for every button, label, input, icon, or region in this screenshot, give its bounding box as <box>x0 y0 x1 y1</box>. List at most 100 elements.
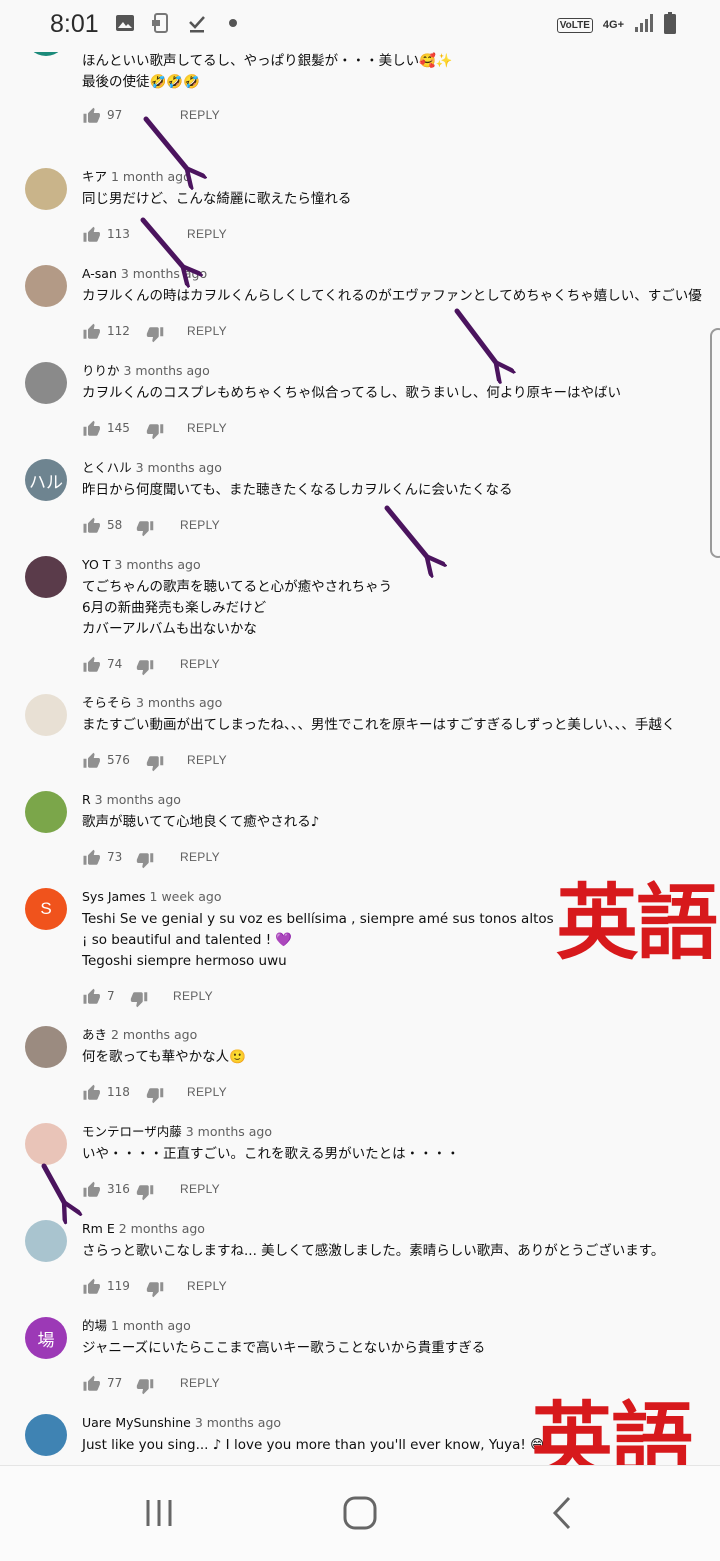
comment-time: 3 months ago <box>136 695 223 710</box>
comment-text-line: 何を歌っても華やかな人🙂 <box>82 1049 246 1065</box>
dislike-icon[interactable] <box>146 1280 164 1298</box>
comment-time: 2 months ago <box>111 1027 198 1042</box>
dislike-icon[interactable] <box>136 851 154 869</box>
like-icon[interactable] <box>82 656 100 674</box>
reply-button[interactable]: REPLY <box>173 989 213 1003</box>
avatar[interactable] <box>25 1414 67 1456</box>
comment-text-line: いや・・・・正直すごい。これを歌える男がいたとは・・・・ <box>82 1146 460 1162</box>
back-icon[interactable] <box>545 1494 585 1534</box>
comment-author[interactable]: R <box>82 792 91 807</box>
comment-text-line: 6月の新曲発売も楽しみだけど <box>82 600 267 616</box>
comment-author[interactable]: A-san <box>82 266 117 281</box>
avatar[interactable] <box>25 694 67 736</box>
comment-text: 歌声が聴いてて心地良くて癒やされる♪ <box>82 812 720 833</box>
dislike-icon[interactable] <box>146 1086 164 1104</box>
like-count: 118 <box>107 1085 130 1099</box>
like-icon[interactable] <box>82 1375 100 1393</box>
recent-apps-icon[interactable] <box>140 1494 180 1534</box>
comment-actions: 118 REPLY <box>82 1082 720 1106</box>
avatar[interactable]: S <box>25 888 67 930</box>
dislike-icon[interactable] <box>146 754 164 772</box>
comment-author[interactable]: とくハル <box>82 460 132 475</box>
avatar[interactable] <box>25 1220 67 1262</box>
avatar[interactable] <box>25 1026 67 1068</box>
like-icon[interactable] <box>82 226 100 244</box>
like-count: 73 <box>107 850 123 864</box>
dislike-icon[interactable] <box>136 1183 154 1201</box>
comment-author[interactable]: そらそら <box>82 695 132 710</box>
home-icon[interactable] <box>340 1494 380 1534</box>
reply-button[interactable]: REPLY <box>180 850 220 864</box>
like-icon[interactable] <box>82 988 100 1006</box>
comment-time: 3 months ago <box>120 266 208 281</box>
avatar[interactable]: 場 <box>25 1317 67 1359</box>
overlay-label-english: 英語 <box>556 876 718 971</box>
comment-time: 1 month ago <box>111 169 191 184</box>
like-count: 74 <box>107 657 123 671</box>
comment-time: 3 months ago <box>94 792 181 807</box>
avatar[interactable] <box>25 362 67 404</box>
battery-icon <box>664 12 676 38</box>
dislike-icon[interactable] <box>146 422 164 440</box>
like-count: 7 <box>107 989 115 1003</box>
reply-button[interactable]: REPLY <box>187 753 227 767</box>
like-icon[interactable] <box>82 1278 100 1296</box>
dislike-icon[interactable] <box>146 325 164 343</box>
comment-actions: 113 REPLY <box>82 224 720 248</box>
dislike-icon[interactable] <box>130 990 148 1008</box>
reply-button[interactable]: REPLY <box>180 108 220 122</box>
comment-author[interactable]: りりか <box>82 363 120 378</box>
avatar[interactable] <box>25 265 67 307</box>
like-count: 113 <box>107 227 130 241</box>
reply-button[interactable]: REPLY <box>187 324 227 338</box>
comment-text-line: さらっと歌いこなしますね... 美しくて感激しました。素晴らしい歌声、ありがとう… <box>82 1243 665 1259</box>
comment-actions: 58 REPLY <box>82 515 720 539</box>
reply-button[interactable]: REPLY <box>187 227 227 241</box>
comment-actions: 145 REPLY <box>82 418 720 442</box>
avatar[interactable] <box>25 168 67 210</box>
comment-header: R 3 months ago <box>82 791 720 809</box>
like-icon[interactable] <box>82 849 100 867</box>
comment-author[interactable]: Rm E <box>82 1221 115 1236</box>
comment-author[interactable]: YO T <box>82 557 110 572</box>
side-panel-handle[interactable] <box>710 328 720 558</box>
comment-time: 2 months ago <box>118 1221 205 1236</box>
status-time: 8:01 <box>50 10 99 38</box>
reply-button[interactable]: REPLY <box>180 657 220 671</box>
reply-button[interactable]: REPLY <box>180 1376 220 1390</box>
comment-text: カヲルくんの時はカヲルくんらしくしてくれるのがエヴァファンとしてめちゃくちゃ嬉し… <box>82 286 720 307</box>
reply-button[interactable]: REPLY <box>180 518 220 532</box>
reply-button[interactable]: REPLY <box>187 1085 227 1099</box>
avatar[interactable] <box>25 791 67 833</box>
comment-actions: 97 REPLY <box>82 105 720 129</box>
avatar[interactable] <box>25 556 67 598</box>
comment-text-line: カヲルくんの時はカヲルくんらしくしてくれるのがエヴァファンとしてめちゃくちゃ嬉し… <box>82 288 702 304</box>
reply-button[interactable]: REPLY <box>180 1182 220 1196</box>
avatar[interactable]: ハル <box>25 459 67 501</box>
like-icon[interactable] <box>82 323 100 341</box>
comment-text-line: カバーアルバムも出ないかな <box>82 621 257 637</box>
comment-text: いや・・・・正直すごい。これを歌える男がいたとは・・・・ <box>82 1144 720 1165</box>
like-icon[interactable] <box>82 517 100 535</box>
like-icon[interactable] <box>82 752 100 770</box>
comment-author[interactable]: モンテローザ内藤 <box>82 1124 182 1139</box>
dislike-icon[interactable] <box>136 1377 154 1395</box>
comment-author[interactable]: 的場 <box>82 1318 107 1333</box>
comment-author[interactable]: あき <box>82 1027 107 1042</box>
comment-author[interactable]: Uare MySunshine <box>82 1415 191 1430</box>
reply-button[interactable]: REPLY <box>187 1279 227 1293</box>
like-icon[interactable] <box>82 107 100 125</box>
like-count: 576 <box>107 753 130 767</box>
dislike-icon[interactable] <box>136 519 154 537</box>
comment-author[interactable]: Sys James <box>82 889 146 904</box>
like-icon[interactable] <box>82 420 100 438</box>
like-icon[interactable] <box>82 1084 100 1102</box>
comment-time: 3 months ago <box>135 460 222 475</box>
avatar[interactable] <box>25 1123 67 1165</box>
comment-text: 同じ男だけど、こんな綺麗に歌えたら憧れる <box>82 189 720 210</box>
reply-button[interactable]: REPLY <box>187 421 227 435</box>
comment-time: 3 months ago <box>114 557 201 572</box>
comment-author[interactable]: キア <box>82 169 107 184</box>
dislike-icon[interactable] <box>136 658 154 676</box>
like-icon[interactable] <box>82 1181 100 1199</box>
